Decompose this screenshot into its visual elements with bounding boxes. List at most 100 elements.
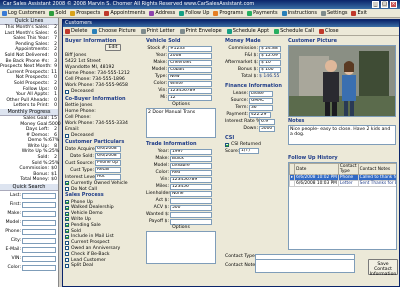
menu-item-programs[interactable]: Programs xyxy=(213,10,243,16)
trade-field[interactable]: Red xyxy=(170,169,212,176)
trade-field[interactable]: 123456789 xyxy=(170,176,212,183)
follow-up-row[interactable]: 6/6/2008 10:03 PMLetterSent Thanks for B… xyxy=(289,180,396,187)
close-button[interactable]: Close xyxy=(318,28,339,34)
csi-score-field[interactable]: 1(T) xyxy=(239,148,259,155)
menu-item-settings[interactable]: Settings xyxy=(320,10,347,16)
schedule-appt-button[interactable]: Schedule Appt xyxy=(226,28,269,34)
trade-field[interactable]: 123456 xyxy=(170,183,212,190)
menu-item-log-customers[interactable]: Log Customers xyxy=(2,10,45,16)
finance-field[interactable]: GMAC xyxy=(249,97,273,104)
quick-search-input[interactable] xyxy=(22,219,56,226)
print-envelope-button[interactable]: Print Envelope xyxy=(179,28,222,34)
checkbox-box[interactable] xyxy=(65,217,69,222)
menu-item-payments[interactable]: Payments xyxy=(247,10,278,16)
trade-options-area[interactable] xyxy=(146,231,216,264)
col-header-contact-notes[interactable]: Contact Notes xyxy=(357,163,396,175)
vehicle-field[interactable]: #1233 xyxy=(168,45,212,52)
edit-buyer-button[interactable]: Edit xyxy=(105,44,121,51)
checkbox-box[interactable] xyxy=(65,246,69,251)
checkbox-box[interactable] xyxy=(65,223,69,228)
checkbox-box[interactable] xyxy=(65,89,69,94)
menu-item-appointments[interactable]: Appointments xyxy=(104,10,145,16)
trade-field[interactable] xyxy=(170,218,212,225)
vehicle-field[interactable]: Chevrolet xyxy=(168,59,212,66)
quick-search-input[interactable] xyxy=(22,228,56,235)
money-field[interactable]: $ 100 xyxy=(259,66,281,73)
menu-item-prospects[interactable]: Prospects xyxy=(70,10,100,16)
settings-icon xyxy=(320,10,326,16)
checkbox-box[interactable] xyxy=(65,252,69,257)
checkbox-box[interactable] xyxy=(65,205,69,210)
buyer-deceased-checkbox[interactable]: Deceased xyxy=(65,89,138,95)
payment-field[interactable]: 422.29 xyxy=(249,111,271,118)
finance-field[interactable]: 36 xyxy=(249,104,273,111)
checkbox-box[interactable] xyxy=(65,240,69,245)
quick-search-input[interactable] xyxy=(22,255,56,262)
vehicle-field[interactable]: 2008 xyxy=(168,52,212,59)
menu-item-follow-up[interactable]: Follow Up xyxy=(179,10,209,16)
delete-button[interactable]: Delete xyxy=(65,28,87,34)
sales-process-checkbox[interactable]: Split Deal xyxy=(65,263,138,269)
quick-search-input[interactable] xyxy=(22,210,56,217)
save-contact-button[interactable]: Save Contact Information xyxy=(368,259,398,277)
checkbox-box[interactable] xyxy=(65,200,69,205)
checkbox-box[interactable] xyxy=(225,142,229,147)
vehicle-field[interactable]: Cobalt xyxy=(168,66,212,73)
trade-field[interactable]: LeSabre xyxy=(170,162,212,169)
checkbox-box[interactable] xyxy=(65,263,69,268)
checkbox-box[interactable] xyxy=(65,234,69,239)
checkbox-box[interactable] xyxy=(65,187,69,192)
checkbox-box[interactable] xyxy=(65,133,69,138)
trade-field[interactable]: None xyxy=(170,190,212,197)
notes-area[interactable]: Nice people- easy to close. Have 2 kids … xyxy=(288,125,396,145)
checkbox-box[interactable] xyxy=(65,229,69,234)
contact-notes-field[interactable] xyxy=(255,258,355,273)
col-header-contact-type[interactable]: Contact Type xyxy=(337,163,359,175)
vehicle-field[interactable]: White xyxy=(168,80,212,87)
trade-field[interactable]: 500 xyxy=(170,204,212,211)
money-field[interactable]: $ 12.69 xyxy=(259,52,281,59)
finance-field[interactable]: Lease xyxy=(249,90,273,97)
interest-level-row: Interest Level: Hot xyxy=(65,174,138,181)
quick-search-input[interactable] xyxy=(22,264,56,271)
schedule-call-button[interactable]: Schedule Call xyxy=(274,28,314,34)
vehicle-field[interactable]: New xyxy=(168,73,212,80)
money-field[interactable]: $ 24.88 xyxy=(259,45,281,52)
choose-picture-button[interactable]: Choose Picture xyxy=(92,28,136,34)
menu-item-instructions[interactable]: Instructions xyxy=(281,10,317,16)
minimize-button[interactable]: _ xyxy=(372,1,379,8)
quick-search-input[interactable] xyxy=(22,201,56,208)
quick-search-input[interactable] xyxy=(22,192,56,199)
menu-item-exit[interactable]: Exit xyxy=(351,10,367,16)
menu-item-label: Sold xyxy=(55,10,67,16)
cust-source-select[interactable]: Phone Up xyxy=(95,160,121,167)
money-field[interactable]: $ 10 xyxy=(259,59,281,66)
interest-rate-field[interactable]: 6.9 xyxy=(259,118,275,125)
quick-search-input[interactable] xyxy=(22,237,56,244)
trade-field[interactable] xyxy=(170,211,212,218)
date-acquired-field[interactable]: 6/6/2008 xyxy=(95,146,121,153)
down-field[interactable]: 5000 xyxy=(259,125,275,132)
interest-level-select[interactable]: Hot xyxy=(95,174,121,181)
trade-field[interactable]: 1997 xyxy=(170,148,212,155)
vehicle-field[interactable]: 123456789 xyxy=(168,87,212,94)
menu-item-address[interactable]: Address xyxy=(149,10,175,16)
checkbox-box[interactable] xyxy=(65,258,69,263)
menu-item-sold[interactable]: Sold xyxy=(49,10,66,16)
trade-field[interactable] xyxy=(170,197,212,204)
cust-type-select[interactable]: Retail xyxy=(95,167,121,174)
maximize-button[interactable]: □ xyxy=(381,1,388,8)
checkbox-box[interactable] xyxy=(65,211,69,216)
quick-search-input[interactable] xyxy=(22,246,56,253)
currently-owned-checkbox[interactable]: Currently Owned Vehicle xyxy=(65,181,138,187)
follow-up-row[interactable]: ▸ 6/6/2008 10:02 PM Phone Called to thank f… xyxy=(289,174,396,181)
col-header-date[interactable]: Date xyxy=(294,163,339,175)
vehicle-field[interactable]: 12 xyxy=(168,94,212,101)
trade-field[interactable]: Buick xyxy=(170,155,212,162)
print-letter-button[interactable]: Print Letter xyxy=(140,28,175,34)
trade-label: Make: xyxy=(155,156,169,161)
vehicle-options-area[interactable]: 2 Door Manual Trans xyxy=(146,108,216,138)
checkbox-box[interactable] xyxy=(65,181,69,186)
date-sold-field[interactable]: 6/6/2008 xyxy=(95,153,121,160)
close-window-button[interactable]: × xyxy=(390,1,397,8)
